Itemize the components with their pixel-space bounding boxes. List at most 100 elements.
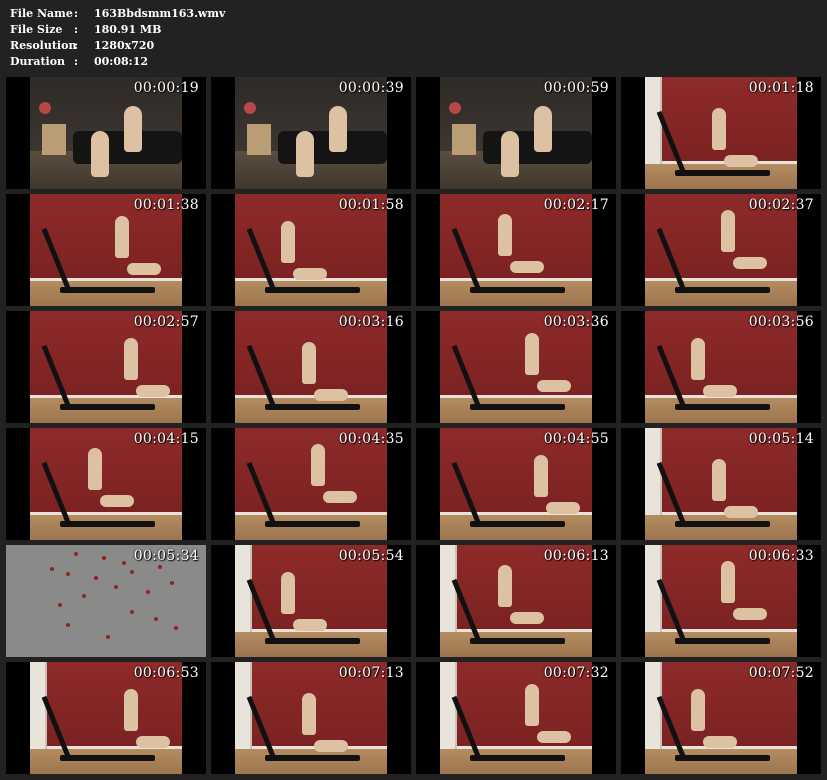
scene-floor (235, 749, 387, 774)
scene-floor (440, 281, 592, 306)
scene-dot (74, 551, 78, 556)
video-thumbnail[interactable]: 00:07:52 (621, 662, 821, 774)
video-thumbnail[interactable]: 00:06:53 (6, 662, 206, 774)
scene-floor (645, 281, 797, 306)
scene-treadmill (265, 403, 360, 410)
scene-dot (122, 560, 126, 565)
video-thumbnail[interactable]: 00:02:57 (6, 311, 206, 423)
scene-treadmill (60, 520, 155, 527)
info-row-resolution: Resolution : 1280x720 (10, 38, 225, 54)
scene-figure (99, 495, 134, 508)
scene-figure (534, 106, 553, 153)
scene-treadmill (470, 286, 565, 293)
scene-figure (292, 267, 327, 280)
video-thumbnail[interactable]: 00:00:59 (416, 77, 616, 189)
info-row-file-name: File Name : 163Bbdsmm163.wmv (10, 6, 225, 22)
scene-dot (130, 569, 134, 574)
video-thumbnail[interactable]: 00:03:36 (416, 311, 616, 423)
scene-treadmill (265, 286, 360, 293)
scene-floor (235, 515, 387, 540)
scene-figure (724, 155, 759, 168)
scene-dot (174, 625, 178, 630)
scene-floor (440, 749, 592, 774)
timestamp-label: 00:05:54 (338, 548, 404, 564)
timestamp-label: 00:00:19 (133, 80, 199, 96)
scene-treadmill (675, 754, 770, 761)
timestamp-label: 00:00:39 (338, 80, 404, 96)
video-thumbnail[interactable]: 00:01:38 (6, 194, 206, 306)
timestamp-label: 00:00:59 (543, 80, 609, 96)
video-thumbnail[interactable]: 00:04:35 (211, 428, 411, 540)
scene-figure (702, 735, 737, 748)
scene-dot (158, 565, 162, 570)
video-thumbnail[interactable]: 00:02:17 (416, 194, 616, 306)
scene-treadmill (265, 754, 360, 761)
scene-dot (114, 585, 118, 590)
scene-figure (124, 688, 139, 731)
scene-lamp (42, 124, 67, 156)
scene-dot (106, 634, 110, 639)
scene-treadmill (265, 637, 360, 644)
file-info-panel: File Name : 163Bbdsmm163.wmv File Size :… (10, 6, 225, 70)
scene-dot (130, 609, 134, 614)
info-separator: : (74, 23, 79, 36)
scene-figure (724, 506, 759, 519)
scene-figure (509, 261, 544, 274)
scene-figure (292, 618, 327, 631)
scene-figure (733, 607, 768, 620)
video-thumbnail[interactable]: 00:07:13 (211, 662, 411, 774)
scene-figure (546, 501, 581, 514)
video-thumbnail[interactable]: 00:05:34 (6, 545, 206, 657)
scene-treadmill (470, 637, 565, 644)
scene-plant (39, 101, 52, 114)
scene-figure (702, 384, 737, 397)
video-thumbnail[interactable]: 00:01:58 (211, 194, 411, 306)
video-thumbnail[interactable]: 00:07:32 (416, 662, 616, 774)
video-thumbnail[interactable]: 00:04:55 (416, 428, 616, 540)
video-thumbnail[interactable]: 00:04:15 (6, 428, 206, 540)
video-thumbnail[interactable]: 00:02:37 (621, 194, 821, 306)
scene-figure (314, 740, 349, 753)
video-thumbnail[interactable]: 00:03:16 (211, 311, 411, 423)
info-value: 163Bbdsmm163.wmv (94, 7, 226, 20)
scene-dot (102, 556, 106, 561)
scene-plant (244, 101, 257, 114)
scene-treadmill (60, 754, 155, 761)
scene-figure (295, 130, 314, 177)
scene-treadmill (60, 286, 155, 293)
timestamp-label: 00:04:35 (338, 431, 404, 447)
scene-dot (66, 571, 70, 576)
video-thumbnail[interactable]: 00:06:13 (416, 545, 616, 657)
scene-lamp (247, 124, 272, 156)
scene-floor (235, 632, 387, 657)
scene-figure (711, 108, 726, 151)
timestamp-label: 00:07:52 (748, 665, 814, 681)
scene-floor (645, 749, 797, 774)
timestamp-label: 00:06:13 (543, 548, 609, 564)
video-thumbnail[interactable]: 00:01:18 (621, 77, 821, 189)
thumbnail-grid: 00:00:19 00:00:39 00:00:59 00:01:18 00:01:38… (6, 77, 821, 774)
scene-treadmill (675, 169, 770, 176)
scene-lamp (452, 124, 477, 156)
scene-dot (94, 576, 98, 581)
timestamp-label: 00:04:15 (133, 431, 199, 447)
video-thumbnail[interactable]: 00:03:56 (621, 311, 821, 423)
scene-floor (30, 749, 182, 774)
scene-figure (525, 684, 540, 727)
scene-treadmill (675, 520, 770, 527)
info-row-file-size: File Size : 180.91 MB (10, 22, 225, 38)
scene-figure (721, 209, 735, 252)
scene-figure (711, 459, 726, 502)
scene-treadmill (470, 403, 565, 410)
video-thumbnail[interactable]: 00:05:54 (211, 545, 411, 657)
scene-treadmill (265, 520, 360, 527)
scene-figure (537, 380, 572, 393)
scene-dot (50, 567, 54, 572)
video-thumbnail[interactable]: 00:00:19 (6, 77, 206, 189)
info-value: 1280x720 (94, 39, 155, 52)
scene-treadmill (675, 286, 770, 293)
scene-figure (721, 560, 735, 603)
video-thumbnail[interactable]: 00:06:33 (621, 545, 821, 657)
video-thumbnail[interactable]: 00:00:39 (211, 77, 411, 189)
video-thumbnail[interactable]: 00:05:14 (621, 428, 821, 540)
